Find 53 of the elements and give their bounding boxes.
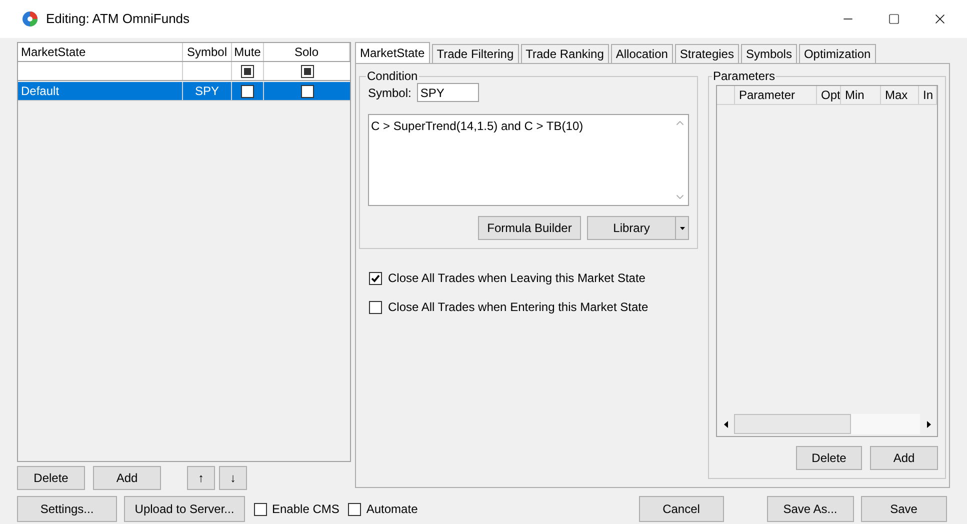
checkbox[interactable] (241, 64, 254, 78)
column-header[interactable]: Min (841, 86, 881, 104)
button[interactable]: Add (870, 446, 938, 470)
button[interactable]: ↑ (187, 466, 215, 490)
tab[interactable]: Optimization (798, 44, 876, 63)
column-header[interactable]: Mute (232, 43, 264, 61)
checkbox[interactable] (369, 272, 382, 284)
column-header[interactable]: MarketState (18, 43, 183, 61)
button[interactable]: Settings... (17, 496, 117, 522)
button[interactable]: Cancel (638, 496, 724, 522)
group-label: Parameters (712, 68, 776, 85)
formula-text: C > SuperTrend(14,1.5) and C > TB(10) (370, 118, 584, 135)
tab[interactable]: Trade Filtering (432, 44, 519, 63)
checkbox[interactable] (348, 502, 362, 516)
button[interactable]: Formula Builder (478, 216, 581, 240)
checkbox-label: Enable CMS (272, 501, 340, 518)
table-cell: Default (18, 82, 183, 100)
button[interactable]: Save As... (766, 496, 854, 522)
button[interactable]: Add (93, 466, 161, 490)
button[interactable]: Upload to Server... (124, 496, 245, 522)
tab[interactable]: MarketState (355, 42, 430, 63)
tab[interactable]: Strategies (674, 44, 739, 63)
checkbox-label: Close All Trades when Entering this Market State (388, 299, 648, 316)
checkbox[interactable] (254, 502, 267, 516)
column-header[interactable]: Max (881, 86, 919, 104)
window-title: Editing: ATM OmniFunds (46, 10, 190, 28)
table-cell: SPY (183, 82, 232, 100)
checkbox[interactable] (300, 64, 314, 78)
symbol-field[interactable]: SPY (417, 83, 480, 102)
table-row[interactable]: Default SPY (18, 82, 350, 101)
column-header[interactable]: Solo (264, 43, 350, 61)
column-header[interactable]: Opt (817, 86, 841, 104)
dropdown-icon[interactable] (676, 216, 689, 240)
checkbox-label: Automate (366, 501, 418, 518)
column-header[interactable]: Parameter (735, 86, 817, 104)
tab[interactable]: Symbols (740, 44, 797, 63)
tab[interactable]: Allocation (610, 44, 673, 63)
scrollbar-thumb[interactable] (734, 414, 851, 434)
checkbox[interactable] (300, 84, 314, 98)
checkbox[interactable] (241, 84, 254, 98)
column-header[interactable]: In (919, 86, 937, 104)
button[interactable]: Delete (17, 466, 85, 490)
button[interactable]: Library (587, 216, 676, 240)
button[interactable]: ↓ (219, 466, 247, 490)
column-header[interactable]: Symbol (183, 43, 232, 61)
checkbox[interactable] (369, 300, 382, 314)
button[interactable]: Save (860, 496, 947, 522)
group-label: Condition (366, 68, 419, 85)
tab[interactable]: Trade Ranking (520, 44, 609, 63)
field-label: Symbol: (368, 84, 412, 102)
checkbox-label: Close All Trades when Leaving this Market State (388, 270, 646, 287)
app-logo-icon (22, 11, 38, 27)
button[interactable]: Delete (796, 446, 862, 470)
